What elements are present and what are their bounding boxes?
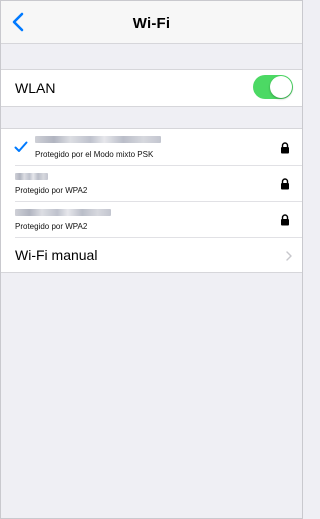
wlan-toggle[interactable] [253,75,293,99]
toggle-knob [270,76,292,98]
checkmark-icon [14,141,28,152]
network-row[interactable]: Protegido por WPA2 [1,166,302,201]
page-title: Wi-Fi [132,15,171,32]
lock-icon [281,142,289,154]
network-security-label: Protegido por el Modo mixto PSK [35,150,154,159]
network-name-redacted [15,209,111,216]
navigation-bar: Wi-Fi [1,1,302,44]
manual-wifi-label: Wi-Fi manual [15,247,98,263]
wlan-label: WLAN [15,80,56,96]
network-row[interactable]: Protegido por WPA2 [1,202,302,237]
chevron-right-icon [286,251,292,261]
network-security-label: Protegido por WPA2 [15,222,88,231]
lock-icon [281,214,289,226]
wifi-settings-screen: Wi-Fi WLAN Protegido por el Modo mixto P… [0,0,303,519]
network-name-redacted [35,136,161,143]
network-security-label: Protegido por WPA2 [15,186,88,195]
manual-wifi-row[interactable]: Wi-Fi manual [1,238,302,273]
wlan-row: WLAN [1,69,302,107]
network-list: Protegido por el Modo mixto PSK Protegid… [1,128,302,273]
network-row-connected[interactable]: Protegido por el Modo mixto PSK [1,129,302,165]
lock-icon [281,178,289,190]
network-name-redacted [15,173,48,180]
